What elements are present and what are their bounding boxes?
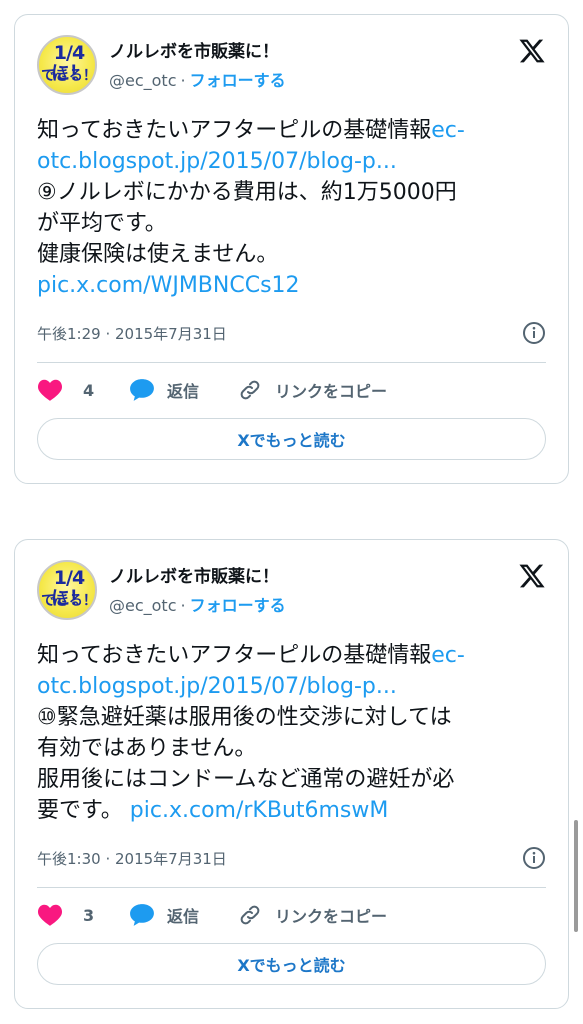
x-logo-icon[interactable] xyxy=(518,37,546,65)
tweet-text: 知っておきたいアフターピルの基礎情報ec- otc.blogspot.jp/20… xyxy=(37,640,547,826)
avatar[interactable]: 1/4に！ できる！ xyxy=(37,560,97,620)
tweet-line: が平均です。 xyxy=(37,208,547,239)
tweet-header: 1/4に！ できる！ ノルレボを市販薬に！ @ec_otc · フォローする xyxy=(37,560,548,620)
tweet-line-text: 要です。 xyxy=(37,798,130,823)
separator: · xyxy=(180,596,186,615)
avatar-text: できる！ xyxy=(41,593,97,609)
tweet-link[interactable]: otc.blogspot.jp/2015/07/blog-p... xyxy=(37,674,397,699)
copy-link-button[interactable]: リンクをコピー xyxy=(237,900,387,930)
heart-icon xyxy=(37,379,63,401)
follow-link[interactable]: フォローする xyxy=(190,71,286,90)
tweet-link[interactable]: ec- xyxy=(431,118,465,143)
tweet-line-text: 知っておきたいアフターピルの基礎情報 xyxy=(37,118,432,143)
author-name[interactable]: ノルレボを市販薬に！ xyxy=(109,37,279,62)
scrollbar[interactable] xyxy=(574,820,578,932)
heart-icon xyxy=(37,904,63,926)
tweet-line: 要です。 pic.x.com/rKBut6mswM xyxy=(37,795,547,826)
tweet-line: otc.blogspot.jp/2015/07/blog-p... xyxy=(37,146,547,177)
like-count: 3 xyxy=(83,905,95,925)
divider xyxy=(37,887,546,888)
info-icon[interactable] xyxy=(522,846,546,870)
tweet-line: 知っておきたいアフターピルの基礎情報ec- xyxy=(37,640,547,671)
reply-button[interactable]: 返信 xyxy=(129,375,199,405)
tweet-line-text: 健康保険は使えません。 xyxy=(37,242,279,267)
copy-link-button[interactable]: リンクをコピー xyxy=(237,375,387,405)
tweet-line-text: ⑨ノルレボにかかる費用は、約1万5000円 xyxy=(37,180,457,205)
author-handle[interactable]: @ec_otc xyxy=(109,596,177,615)
read-more-button[interactable]: Xでもっと読む xyxy=(37,943,546,985)
tweet-media-link[interactable]: pic.x.com/rKBut6mswM xyxy=(130,798,389,823)
reply-label: 返信 xyxy=(167,382,200,401)
tweet-line: 知っておきたいアフターピルの基礎情報ec- xyxy=(37,115,547,146)
separator: · xyxy=(180,71,186,90)
tweet-timestamp[interactable]: 午後1:29 · 2015年7月31日 xyxy=(37,323,227,344)
follow-link[interactable]: フォローする xyxy=(190,596,286,615)
reply-label: 返信 xyxy=(167,907,200,926)
tweet-actions: 4 返信 リンクをコピー xyxy=(37,375,546,405)
avatar-text: できる！ xyxy=(41,68,97,84)
tweet-line-text: ⑩緊急避妊薬は服用後の性交渉に対しては xyxy=(37,705,452,730)
tweet-line: ⑩緊急避妊薬は服用後の性交渉に対しては xyxy=(37,702,547,733)
link-icon xyxy=(240,380,260,400)
reply-button[interactable]: 返信 xyxy=(129,900,199,930)
tweet-line-text: 有効ではありません。 xyxy=(37,736,257,761)
author-handle[interactable]: @ec_otc xyxy=(109,71,177,90)
like-count: 4 xyxy=(83,380,95,400)
reply-bubble-icon xyxy=(130,379,154,401)
tweet-line-text: 知っておきたいアフターピルの基礎情報 xyxy=(37,643,432,668)
tweet-line: otc.blogspot.jp/2015/07/blog-p... xyxy=(37,671,547,702)
tweet-card[interactable]: 1/4に！ できる！ ノルレボを市販薬に！ @ec_otc · フォローする 知って… xyxy=(14,14,569,484)
tweet-line: ⑨ノルレボにかかる費用は、約1万5000円 xyxy=(37,177,547,208)
tweet-timestamp[interactable]: 午後1:30 · 2015年7月31日 xyxy=(37,848,227,869)
copy-link-label: リンクをコピー xyxy=(275,907,388,926)
reply-bubble-icon xyxy=(130,904,154,926)
x-logo-icon[interactable] xyxy=(518,562,546,590)
avatar[interactable]: 1/4に！ できる！ xyxy=(37,35,97,95)
tweet-media-link[interactable]: pic.x.com/WJMBNCCs12 xyxy=(37,273,300,298)
link-icon xyxy=(240,905,260,925)
tweet-card[interactable]: 1/4に！ できる！ ノルレボを市販薬に！ @ec_otc · フォローする 知って… xyxy=(14,539,569,1009)
divider xyxy=(37,362,546,363)
tweet-actions: 3 返信 リンクをコピー xyxy=(37,900,546,930)
info-icon[interactable] xyxy=(522,321,546,345)
copy-link-label: リンクをコピー xyxy=(275,382,388,401)
tweet-header: 1/4に！ できる！ ノルレボを市販薬に！ @ec_otc · フォローする xyxy=(37,35,548,95)
tweet-link[interactable]: otc.blogspot.jp/2015/07/blog-p... xyxy=(37,149,397,174)
like-button[interactable]: 4 xyxy=(37,375,94,405)
tweet-line: 健康保険は使えません。 xyxy=(37,239,547,270)
read-more-button[interactable]: Xでもっと読む xyxy=(37,418,546,460)
tweet-line: 有効ではありません。 xyxy=(37,733,547,764)
like-button[interactable]: 3 xyxy=(37,900,94,930)
author-name[interactable]: ノルレボを市販薬に！ xyxy=(109,562,279,587)
tweet-line-text: が平均です。 xyxy=(37,211,167,236)
tweet-link[interactable]: ec- xyxy=(431,643,465,668)
author-subline: @ec_otc · フォローする xyxy=(109,592,286,616)
tweet-line: 服用後にはコンドームなど通常の避妊が必 xyxy=(37,764,547,795)
tweet-line-text: 服用後にはコンドームなど通常の避妊が必 xyxy=(37,767,455,792)
tweet-line: pic.x.com/WJMBNCCs12 xyxy=(37,270,547,301)
tweet-text: 知っておきたいアフターピルの基礎情報ec- otc.blogspot.jp/20… xyxy=(37,115,547,301)
author-subline: @ec_otc · フォローする xyxy=(109,67,286,91)
